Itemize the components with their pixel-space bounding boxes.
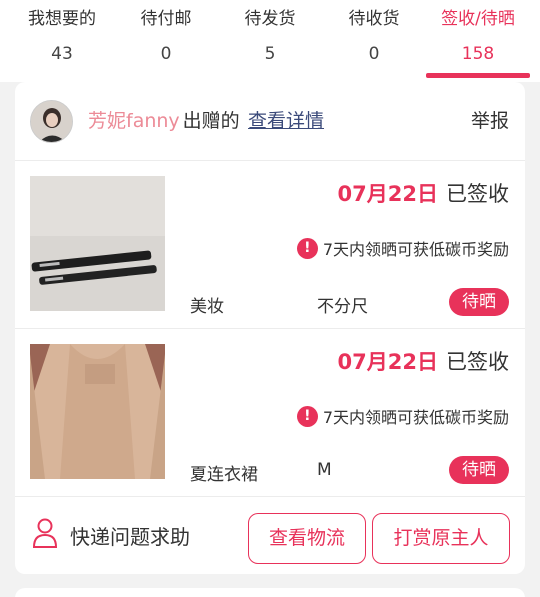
tab-label: 签收/待晒: [441, 9, 515, 29]
giver-info: 芳妮fanny 出赠的: [88, 106, 240, 133]
tab-pending-postage[interactable]: 待付邮 0: [114, 0, 218, 82]
tab-count: 5: [264, 44, 276, 64]
warning-icon: !: [296, 237, 318, 259]
tab-count: 158: [461, 44, 495, 64]
giver-suffix: 出赠的: [182, 110, 240, 132]
delivery-status: 07月22日 已签收: [338, 178, 509, 208]
active-tab-indicator: [426, 73, 530, 78]
status-tab-bar: 我想要的 43 待付邮 0 待发货 5 待收货 0 签收/待晒 158: [0, 0, 540, 82]
order-item[interactable]: 07月22日 已签收 ! 7天内领晒可获低碳币奖励 美妆 不分尺 待晒: [15, 160, 525, 328]
notice-text: 7天内领晒可获低碳币奖励: [322, 408, 509, 427]
avatar[interactable]: [30, 100, 73, 143]
tab-pending-receipt[interactable]: 待收货 0: [322, 0, 426, 82]
person-icon[interactable]: [32, 518, 58, 548]
tab-label: 待付邮: [140, 9, 192, 29]
sign-date: 07月22日: [337, 182, 438, 206]
tab-label: 我想要的: [28, 9, 96, 29]
warning-icon: !: [296, 405, 318, 427]
tab-count: 43: [51, 44, 73, 64]
tab-count: 0: [368, 44, 380, 64]
order-item[interactable]: 07月22日 已签收 ! 7天内领晒可获低碳币奖励 夏连衣裙 M 待晒: [15, 328, 525, 496]
order-card: 芳妮fanny 出赠的 查看详情 举报 07月22日 已签收 ! 7天内领晒可获低碳币…: [15, 82, 525, 574]
pending-share-badge[interactable]: 待晒: [449, 456, 509, 484]
giver-name[interactable]: 芳妮fanny: [88, 110, 180, 132]
pending-share-badge[interactable]: 待晒: [449, 288, 509, 316]
sign-date: 07月22日: [337, 350, 438, 374]
tab-label: 待发货: [244, 9, 296, 29]
view-logistics-button[interactable]: 查看物流: [248, 513, 366, 564]
notice-text: 7天内领晒可获低碳币奖励: [322, 240, 509, 259]
share-reward-notice: ! 7天内领晒可获低碳币奖励: [296, 236, 509, 260]
delivery-help-link[interactable]: 快递问题求助: [70, 521, 190, 550]
view-detail-link[interactable]: 查看详情: [248, 106, 324, 133]
delivery-status: 07月22日 已签收: [338, 346, 509, 376]
item-category: 美妆: [190, 297, 224, 317]
tab-pending-shipment[interactable]: 待发货 5: [218, 0, 322, 82]
item-photo[interactable]: [30, 344, 165, 479]
item-photo[interactable]: [30, 176, 165, 311]
tab-count: 0: [160, 44, 172, 64]
item-size: M: [317, 460, 332, 480]
share-reward-notice: ! 7天内领晒可获低碳币奖励: [296, 404, 509, 428]
item-category: 夏连衣裙: [190, 465, 258, 485]
sign-status: 已签收: [446, 182, 509, 206]
giver-row: 芳妮fanny 出赠的 查看详情 举报: [15, 82, 525, 160]
next-order-card: [15, 588, 525, 597]
tab-label: 待收货: [348, 9, 400, 29]
item-size: 不分尺: [317, 297, 368, 317]
help-row: 快递问题求助 查看物流 打赏原主人: [15, 496, 525, 574]
tip-original-owner-button[interactable]: 打赏原主人: [372, 513, 510, 564]
report-button[interactable]: 举报: [471, 106, 509, 133]
sign-status: 已签收: [446, 350, 509, 374]
tab-wanted[interactable]: 我想要的 43: [10, 0, 114, 82]
tab-signed-pending-share[interactable]: 签收/待晒 158: [426, 0, 530, 82]
